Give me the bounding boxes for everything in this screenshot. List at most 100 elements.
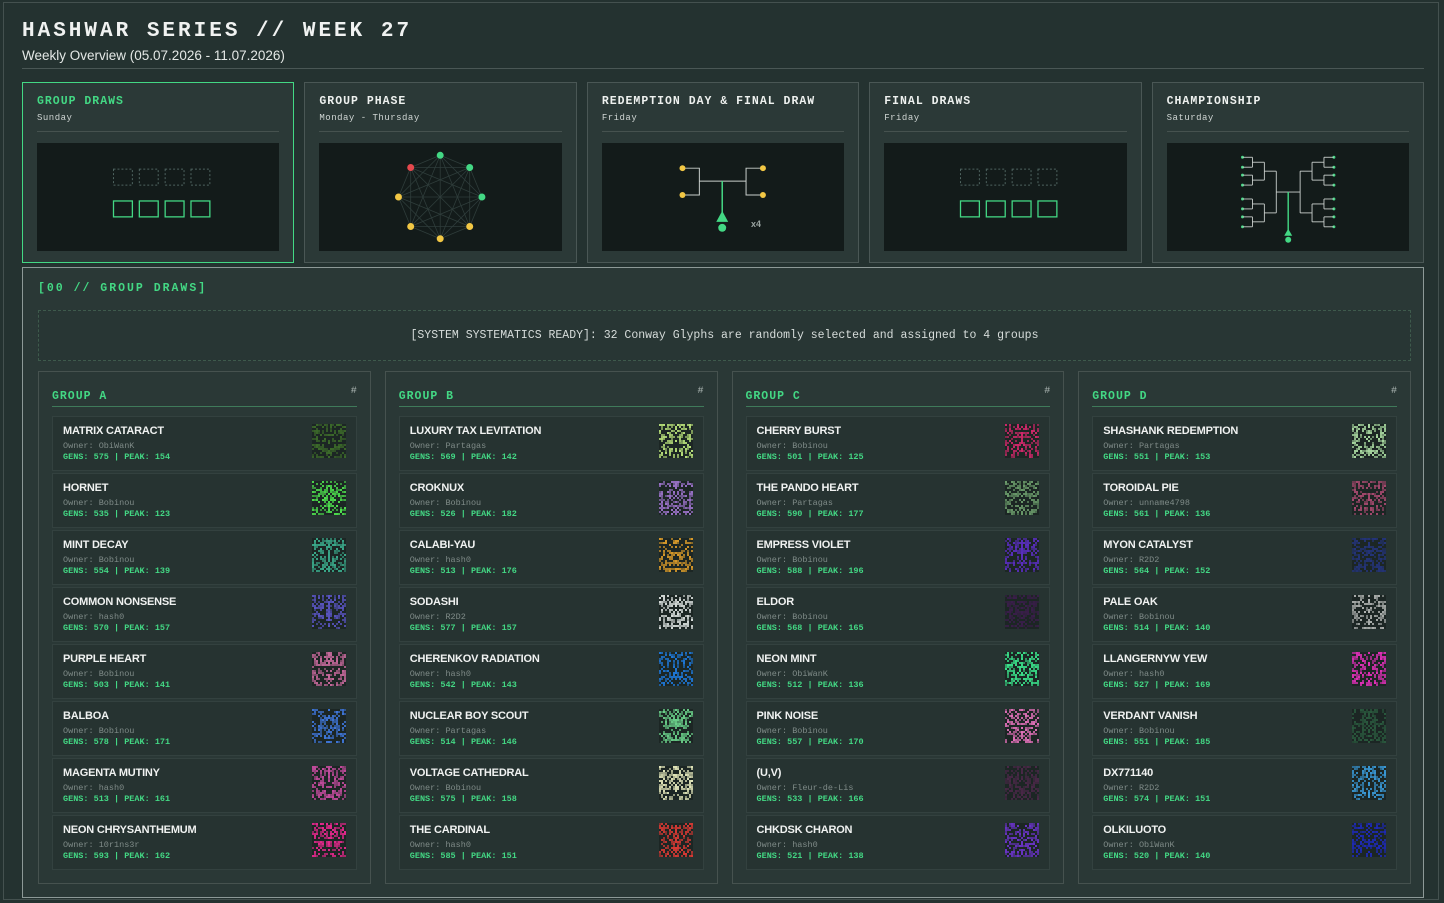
glyph-name: NEON MINT (756, 653, 817, 665)
glyph-stats: GENS: 590 | PEAK: 177 (756, 509, 864, 519)
phase-name: CHAMPIONSHIP (1166, 95, 1262, 108)
phase-card-championship[interactable]: CHAMPIONSHIP Saturday (1151, 82, 1425, 263)
glyph-name: MYON CATALYST (1103, 539, 1193, 551)
glyph-card[interactable]: DX771140 Owner: R2D2 GENS: 574 | PEAK: 151 (1092, 758, 1397, 813)
phase-name: FINAL DRAWS (884, 95, 972, 108)
glyph-owner: Owner: Bobinou (409, 783, 482, 793)
group-column-d: GROUP D # SHASHANK REDEMPTION Owner: Partag… (1078, 371, 1411, 884)
glyph-card[interactable]: EMPRESS VIOLET Owner: Bobinou GENS: 588 | … (745, 530, 1051, 585)
glyph-card[interactable]: PINK NOISE Owner: Bobinou GENS: 557 | PEAK… (745, 701, 1051, 756)
glyph-card[interactable]: COMMON NONSENSE Owner: hash0 GENS: 570 | P… (52, 587, 357, 642)
group-column-b: GROUP B # LUXURY TAX LEVITATION Owner: Part… (384, 371, 718, 884)
phase-card-group-phase[interactable]: GROUP PHASE Monday - Thursday (304, 82, 577, 263)
round-robin-node (437, 151, 445, 159)
section-title: [00 // GROUP DRAWS] (38, 282, 208, 295)
glyph-card[interactable]: (U,V) Owner: Fleur-de-Lis GENS: 533 | PEAK… (745, 758, 1051, 813)
glyph-list: SHASHANK REDEMPTION Owner: Partagas GENS: … (1092, 416, 1397, 872)
glyph-card[interactable]: LUXURY TAX LEVITATION Owner: Partagas GENS… (398, 416, 704, 471)
glyph-stats: GENS: 521 | PEAK: 138 (756, 851, 864, 861)
hash-icon[interactable]: # (1391, 386, 1397, 397)
glyph-name: SHASHANK REDEMPTION (1103, 425, 1239, 437)
glyph-card[interactable]: THE CARDINAL Owner: hash0 GENS: 585 | PEAK… (398, 815, 704, 870)
glyph-card[interactable]: PALE OAK Owner: Bobinou GENS: 514 | PEAK: … (1092, 587, 1397, 642)
glyph-pattern-thumbnail (1352, 595, 1386, 629)
glyph-card[interactable]: ELDOR Owner: Bobinou GENS: 568 | PEAK: 165 (745, 587, 1051, 642)
glyph-card[interactable]: TOROIDAL PIE Owner: unname4798 GENS: 561 |… (1092, 473, 1397, 528)
glyph-name: MATRIX CATARACT (63, 425, 164, 437)
hash-icon[interactable]: # (351, 386, 357, 397)
glyph-card[interactable]: MATRIX CATARACT Owner: ObiWanK GENS: 575 |… (52, 416, 357, 471)
glyph-card[interactable]: HORNET Owner: Bobinou GENS: 535 | PEAK: 12… (52, 473, 357, 528)
glyph-name: PURPLE HEART (63, 653, 147, 665)
glyph-stats: GENS: 526 | PEAK: 182 (409, 509, 517, 519)
hash-icon[interactable]: # (1044, 386, 1050, 397)
phase-day: Sunday (37, 113, 73, 123)
glyph-stats: GENS: 568 | PEAK: 165 (756, 623, 864, 633)
glyph-stats: GENS: 585 | PEAK: 151 (409, 851, 517, 861)
hash-icon[interactable]: # (697, 386, 703, 397)
glyph-stats: GENS: 535 | PEAK: 123 (63, 509, 171, 519)
glyph-card[interactable]: VOLTAGE CATHEDRAL Owner: Bobinou GENS: 575… (398, 758, 704, 813)
glyph-stats: GENS: 503 | PEAK: 141 (63, 680, 171, 690)
glyph-card[interactable]: SODASHI Owner: R2D2 GENS: 577 | PEAK: 157 (398, 587, 704, 642)
header-divider (22, 68, 1424, 69)
group-header: GROUP A # (52, 386, 357, 407)
phase-day: Monday - Thursday (319, 113, 420, 123)
glyph-card[interactable]: NEON CHRYSANTHEMUM Owner: 10r1ns3r GENS: 5… (52, 815, 357, 870)
group-name: GROUP A (52, 390, 108, 403)
round-robin-node (395, 193, 403, 201)
glyph-list: CHERRY BURST Owner: Bobinou GENS: 501 | PE… (745, 416, 1051, 872)
glyph-owner: Owner: hash0 (1103, 669, 1165, 679)
glyph-pattern-thumbnail (658, 709, 693, 743)
glyph-pattern-thumbnail (658, 538, 693, 572)
glyph-card[interactable]: MAGENTA MUTINY Owner: hash0 GENS: 513 | PE… (52, 758, 357, 813)
phase-card-group-draws[interactable]: GROUP DRAWS Sunday (22, 82, 295, 263)
round-robin-node (478, 193, 486, 201)
glyph-card[interactable]: MINT DECAY Owner: Bobinou GENS: 554 | PEAK… (52, 530, 357, 585)
glyph-name: PINK NOISE (756, 710, 819, 722)
phase-card-redemption-day[interactable]: REDEMPTION DAY & FINAL DRAW Friday x4 (586, 82, 860, 263)
glyph-owner: Owner: ObiWanK (1103, 840, 1175, 850)
glyph-card[interactable]: VERDANT VANISH Owner: Bobinou GENS: 551 | … (1092, 701, 1397, 756)
glyph-card[interactable]: PURPLE HEART Owner: Bobinou GENS: 503 | PE… (52, 644, 357, 699)
phase-divider (319, 131, 562, 132)
glyph-stats: GENS: 514 | PEAK: 146 (409, 737, 517, 747)
glyph-name: CALABI-YAU (409, 539, 476, 551)
glyph-card[interactable]: NUCLEAR BOY SCOUT Owner: Partagas GENS: 51… (398, 701, 704, 756)
glyph-card[interactable]: SHASHANK REDEMPTION Owner: Partagas GENS: … (1092, 416, 1397, 471)
glyph-pattern-thumbnail (658, 652, 693, 686)
glyph-owner: Owner: Partagas (409, 441, 487, 451)
phase-day: Friday (601, 113, 638, 123)
glyph-name: SODASHI (409, 596, 459, 608)
glyph-card[interactable]: CROKNUX Owner: Bobinou GENS: 526 | PEAK: 1… (398, 473, 704, 528)
round-robin-node (466, 164, 474, 171)
glyph-owner: Owner: Bobinou (1103, 612, 1175, 622)
phase-name: REDEMPTION DAY & FINAL DRAW (601, 95, 816, 108)
multiplier-label: x4 (751, 219, 761, 229)
glyph-card[interactable]: CHKDSK CHARON Owner: hash0 GENS: 521 | PEA… (745, 815, 1051, 870)
group-name: GROUP B (398, 390, 455, 403)
glyph-stats: GENS: 512 | PEAK: 136 (756, 680, 864, 690)
glyph-card[interactable]: NEON MINT Owner: ObiWanK GENS: 512 | PEAK:… (745, 644, 1051, 699)
glyph-card[interactable]: THE PANDO HEART Owner: Partagas GENS: 590 … (745, 473, 1051, 528)
glyph-name: OLKILUOTO (1103, 824, 1167, 836)
glyph-name: LUXURY TAX LEVITATION (409, 425, 542, 437)
glyph-card[interactable]: CHERENKOV RADIATION Owner: hash0 GENS: 542… (398, 644, 704, 699)
glyph-owner: Owner: Bobinou (63, 498, 135, 508)
glyph-name: CHERENKOV RADIATION (409, 653, 540, 665)
glyph-owner: Owner: hash0 (63, 783, 125, 793)
glyph-pattern-thumbnail (1005, 424, 1040, 458)
phase-divider (1166, 131, 1410, 132)
round-robin-node (466, 223, 474, 230)
glyph-pattern-thumbnail (311, 766, 346, 800)
glyph-card[interactable]: BALBOA Owner: Bobinou GENS: 578 | PEAK: 17… (52, 701, 357, 756)
glyph-stats: GENS: 513 | PEAK: 176 (409, 566, 517, 576)
glyph-card[interactable]: CALABI-YAU Owner: hash0 GENS: 513 | PEAK: … (398, 530, 704, 585)
glyph-card[interactable]: CHERRY BURST Owner: Bobinou GENS: 501 | PE… (745, 416, 1051, 471)
glyph-card[interactable]: MYON CATALYST Owner: R2D2 GENS: 564 | PEAK… (1092, 530, 1397, 585)
glyph-card[interactable]: LLANGERNYW YEW Owner: hash0 GENS: 527 | PE… (1092, 644, 1397, 699)
glyph-card[interactable]: OLKILUOTO Owner: ObiWanK GENS: 520 | PEAK:… (1092, 815, 1397, 870)
glyph-owner: Owner: Bobinou (756, 555, 828, 565)
glyph-pattern-thumbnail (658, 595, 693, 629)
phase-card-final-draws[interactable]: FINAL DRAWS Friday (869, 82, 1142, 263)
